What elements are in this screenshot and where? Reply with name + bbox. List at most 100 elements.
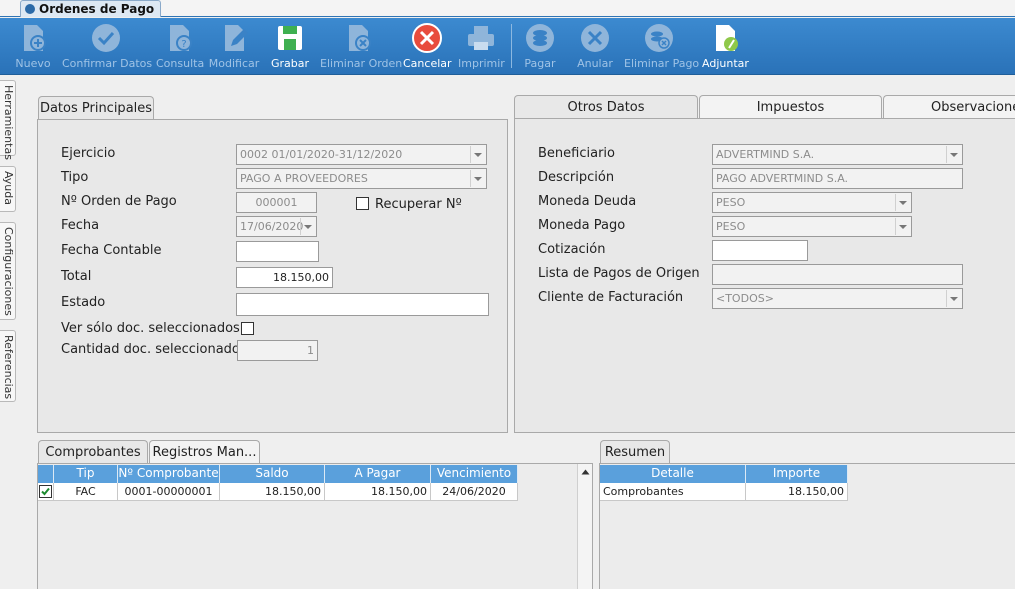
attach-icon [716, 25, 738, 51]
attach-button-label: Adjuntar [702, 57, 749, 70]
side-tab-references-label: Referencias [2, 335, 15, 400]
side-tab-tools[interactable]: Herramientas [0, 80, 16, 160]
checkbox-checked-icon[interactable] [39, 485, 52, 498]
side-tab-references[interactable]: Referencias [0, 330, 16, 402]
tab-otros-datos-label: Otros Datos [567, 100, 645, 115]
tipo-select[interactable]: PAGO A PROVEEDORES [236, 168, 487, 189]
ver-solo-label: Ver sólo doc. seleccionados [61, 321, 240, 336]
tab-otros-datos[interactable]: Otros Datos [514, 95, 698, 119]
document-tab[interactable]: Ordenes de Pago [20, 0, 162, 17]
pay-button[interactable]: Pagar [520, 20, 560, 72]
attach-button[interactable]: Adjuntar [702, 20, 749, 72]
scroll-up-arrow-icon[interactable] [578, 465, 593, 479]
cotizacion-field[interactable] [712, 240, 808, 261]
new-button[interactable]: Nuevo [12, 20, 54, 72]
chevron-down-icon [946, 146, 961, 163]
descripcion-label: Descripción [538, 170, 615, 185]
cell-tip: FAC [54, 483, 118, 501]
other-data-panel: Beneficiario ADVERTMIND S.A. Descripción… [514, 118, 1015, 433]
row-select-cell[interactable] [38, 483, 54, 501]
tab-resumen[interactable]: Resumen [600, 440, 670, 464]
side-tab-help-label: Ayuda [2, 171, 15, 205]
column-header-nro-comprobante[interactable]: Nº Comprobante [118, 465, 220, 483]
save-button[interactable]: Grabar [268, 20, 312, 72]
chevron-down-icon [946, 290, 961, 307]
cancel-button[interactable]: Cancelar [403, 20, 452, 72]
confirm-data-button[interactable]: Confirmar Datos [62, 20, 153, 72]
check-icon [92, 24, 120, 52]
main-data-panel: Ejercicio 0002 01/01/2020-31/12/2020 Tip… [37, 119, 508, 433]
moneda-pago-label: Moneda Pago [538, 218, 626, 233]
app-logo-icon [25, 4, 35, 14]
tab-impuestos[interactable]: Impuestos [699, 95, 882, 119]
void-icon [581, 24, 609, 52]
tab-comprobantes[interactable]: Comprobantes [38, 440, 148, 464]
fecha-contable-label: Fecha Contable [61, 243, 162, 258]
beneficiario-select[interactable]: ADVERTMIND S.A. [712, 144, 963, 165]
cotizacion-label: Cotización [538, 242, 606, 257]
fecha-value: 17/06/2020 [240, 220, 304, 233]
new-doc-icon [24, 25, 46, 51]
ver-solo-checkbox[interactable] [241, 322, 254, 335]
query-doc-icon: ? [170, 25, 192, 51]
delete-payment-icon [645, 24, 673, 52]
chevron-down-icon [300, 218, 315, 235]
moneda-pago-select[interactable]: PESO [712, 216, 912, 237]
tab-registros-manuales[interactable]: Registros Man... [149, 440, 260, 464]
side-tab-tools-label: Herramientas [2, 85, 15, 160]
confirm-data-button-label: Confirmar Datos [62, 57, 153, 70]
void-button[interactable]: Anular [574, 20, 616, 72]
edit-doc-icon [225, 25, 248, 51]
modify-button-label: Modificar [208, 57, 260, 70]
lista-pagos-label: Lista de Pagos de Origen [538, 266, 700, 281]
column-header-vencimiento[interactable]: Vencimiento [431, 465, 518, 483]
print-button[interactable]: Imprimir [458, 20, 505, 72]
query-button[interactable]: ? Consulta [156, 20, 204, 72]
descripcion-field[interactable]: PAGO ADVERTMIND S.A. [712, 168, 963, 189]
column-header-importe[interactable]: Importe [746, 465, 848, 483]
recuperar-label: Recuperar Nº [375, 197, 462, 212]
comprobantes-panel: Tip Nº Comprobante Saldo A Pagar Vencimi… [37, 463, 593, 589]
total-field[interactable]: 18.150,00 [236, 267, 333, 288]
cell-a-pagar[interactable]: 18.150,00 [325, 483, 431, 501]
document-tab-label: Ordenes de Pago [39, 2, 155, 16]
modify-button[interactable]: Modificar [208, 20, 260, 72]
lista-pagos-field[interactable] [712, 264, 963, 285]
delete-order-button[interactable]: Eliminar Orden [320, 20, 403, 72]
tab-observaciones[interactable]: Observaciones [883, 95, 1015, 119]
side-tab-settings[interactable]: Configuraciones [0, 222, 16, 320]
moneda-deuda-value: PESO [716, 196, 746, 209]
fecha-contable-field[interactable] [236, 241, 319, 262]
column-header-a-pagar[interactable]: A Pagar [325, 465, 431, 483]
cell-nro-comprobante: 0001-00000001 [118, 483, 220, 501]
moneda-deuda-label: Moneda Deuda [538, 194, 637, 209]
cliente-facturacion-select[interactable]: <TODOS> [712, 288, 963, 309]
column-header-saldo[interactable]: Saldo [220, 465, 325, 483]
column-header-tip[interactable]: Tip [54, 465, 118, 483]
beneficiario-label: Beneficiario [538, 146, 615, 161]
delete-order-button-label: Eliminar Orden [320, 57, 403, 70]
ejercicio-label: Ejercicio [61, 146, 116, 161]
cantidad-field[interactable]: 1 [237, 340, 318, 361]
chevron-down-icon [470, 170, 485, 187]
ejercicio-select[interactable]: 0002 01/01/2020-31/12/2020 [236, 144, 487, 165]
tab-impuestos-label: Impuestos [756, 100, 825, 115]
beneficiario-value: ADVERTMIND S.A. [716, 148, 815, 161]
fecha-picker[interactable]: 17/06/2020 [236, 216, 317, 237]
column-header-detalle[interactable]: Detalle [600, 465, 746, 483]
vertical-scrollbar[interactable] [577, 464, 592, 589]
estado-label: Estado [61, 295, 106, 310]
cliente-facturacion-value: <TODOS> [716, 292, 774, 305]
pay-button-label: Pagar [524, 57, 556, 70]
moneda-deuda-select[interactable]: PESO [712, 192, 912, 213]
tab-datos-principales[interactable]: Datos Principales [38, 96, 154, 120]
recuperar-checkbox[interactable] [356, 197, 369, 210]
estado-field[interactable] [236, 293, 489, 316]
cell-vencimiento: 24/06/2020 [431, 483, 518, 501]
delete-payment-button[interactable]: Eliminar Pago [624, 20, 699, 72]
ejercicio-value: 0002 01/01/2020-31/12/2020 [240, 148, 403, 161]
cell-saldo: 18.150,00 [220, 483, 325, 501]
nro-orden-field[interactable]: 000001 [236, 192, 317, 213]
cliente-facturacion-label: Cliente de Facturación [538, 290, 684, 305]
side-tab-help[interactable]: Ayuda [0, 166, 16, 212]
